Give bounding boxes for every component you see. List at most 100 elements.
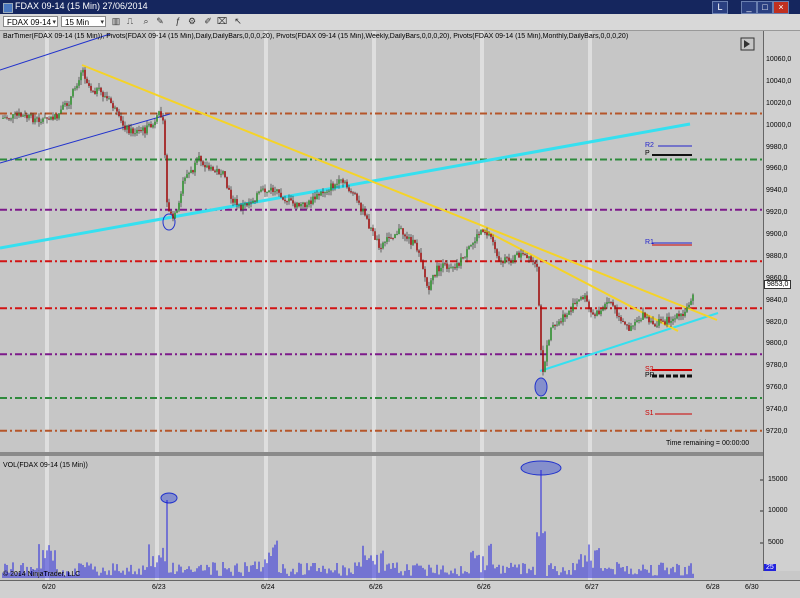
candle-body	[412, 239, 414, 245]
candle-body	[598, 310, 600, 315]
price-tick-label: 10060,0	[766, 56, 792, 63]
candle-body	[270, 187, 272, 191]
candle-body	[326, 191, 328, 193]
candle-body	[152, 125, 154, 128]
candle-body	[550, 327, 552, 341]
candle-body	[626, 324, 628, 326]
session-separator	[588, 31, 592, 452]
candle-body	[426, 277, 428, 286]
candle-body	[124, 125, 126, 130]
candle-body	[420, 252, 422, 261]
candle-body	[114, 107, 116, 109]
candle-body	[304, 202, 306, 208]
candle-body	[76, 85, 78, 89]
candle-body	[606, 302, 608, 305]
candle-body	[24, 114, 26, 116]
candle-body	[84, 69, 86, 79]
candle-body	[482, 229, 484, 233]
candle-body	[282, 197, 284, 200]
candle-body	[108, 98, 110, 100]
candle-body	[96, 88, 98, 94]
candle-body	[460, 257, 462, 266]
candle-body	[56, 114, 58, 119]
candle-body	[362, 208, 364, 212]
price-tick-label: 9960,0	[766, 165, 788, 173]
candle-body	[552, 325, 554, 328]
candle-body	[62, 104, 64, 110]
candle-body	[192, 170, 194, 173]
candle-body	[348, 187, 350, 192]
candle-body	[472, 243, 474, 245]
candle-body	[340, 179, 342, 181]
candle-body	[86, 78, 88, 84]
candle-body	[18, 113, 20, 116]
time-tick-label: 6/30	[745, 584, 759, 591]
candle-body	[176, 210, 178, 213]
candle-body	[382, 242, 384, 249]
candle-body	[28, 114, 30, 119]
candle-body	[172, 213, 174, 219]
candle-body	[224, 171, 226, 178]
candle-body	[4, 117, 6, 119]
candle-body	[358, 200, 360, 203]
candle-body	[374, 231, 376, 240]
candle-body	[388, 237, 390, 239]
candle-body	[14, 113, 16, 115]
volume-panel-label: VOL(FDAX 09-14 (15 Min))	[3, 462, 88, 469]
candle-body	[244, 203, 246, 205]
candle-body	[148, 124, 150, 126]
candle-body	[556, 324, 558, 326]
candle-body	[128, 125, 130, 134]
candle-body	[660, 319, 662, 321]
candle-body	[668, 316, 670, 323]
candle-body	[46, 117, 48, 119]
highlight-ellipse	[160, 492, 178, 504]
current-price-marker: 9853,0	[764, 280, 792, 289]
candle-body	[406, 236, 408, 239]
pivot-r1-label: R1	[645, 239, 654, 246]
candle-body	[266, 192, 268, 194]
candle-body	[20, 113, 22, 117]
candle-body	[256, 193, 258, 202]
candle-body	[644, 312, 646, 318]
candle-body	[322, 191, 324, 194]
candle-body	[584, 295, 586, 299]
candle-body	[656, 325, 658, 327]
candle-body	[196, 159, 198, 163]
candle-body	[80, 72, 82, 81]
time-tick-label: 6/27	[585, 584, 599, 591]
candle-body	[408, 237, 410, 239]
candle-body	[594, 314, 596, 316]
candle-body	[526, 254, 528, 259]
candle-body	[502, 260, 504, 264]
candle-body	[74, 88, 76, 90]
price-tick-label: 9980,0	[766, 143, 788, 151]
candle-body	[512, 260, 514, 263]
candle-body	[628, 325, 630, 331]
candle-body	[608, 301, 610, 303]
session-separator	[45, 31, 49, 452]
candle-body	[70, 96, 72, 105]
candle-body	[428, 285, 430, 290]
candle-body	[610, 301, 612, 303]
candle-body	[386, 237, 388, 242]
chart-canvas[interactable]	[0, 0, 800, 597]
candle-body	[336, 183, 338, 185]
candle-body	[614, 305, 616, 310]
candle-body	[278, 189, 280, 193]
candle-body	[10, 118, 12, 120]
candle-body	[400, 228, 402, 230]
candle-body	[648, 316, 650, 323]
candle-body	[26, 114, 28, 119]
candle-body	[122, 120, 124, 126]
candle-body	[676, 313, 678, 319]
candle-body	[422, 260, 424, 269]
candle-body	[268, 190, 270, 193]
candle-body	[474, 241, 476, 244]
candle-body	[624, 321, 626, 325]
candle-body	[310, 200, 312, 204]
candle-body	[194, 162, 196, 173]
candle-body	[296, 202, 298, 208]
candle-body	[72, 89, 74, 97]
candle-body	[280, 192, 282, 198]
